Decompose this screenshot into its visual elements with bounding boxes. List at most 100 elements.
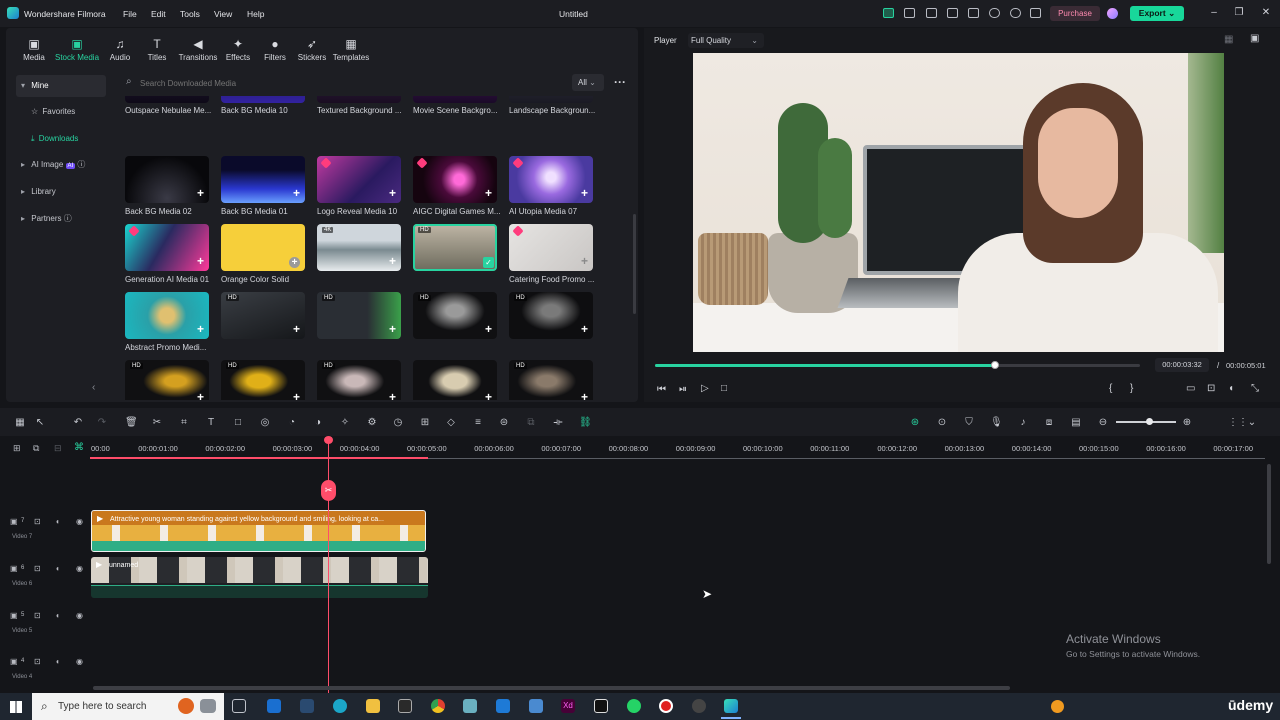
whatsapp-icon[interactable] [627, 699, 641, 713]
media-thumb[interactable]: + [509, 224, 593, 271]
fullscreen-icon[interactable]: ⤡ [1251, 383, 1259, 394]
display-icon[interactable]: ▭ [1186, 383, 1195, 394]
lock-icon[interactable]: ⊡ [34, 611, 41, 620]
menu-help[interactable]: Help [247, 9, 264, 19]
zoom-out-icon[interactable]: ⊖ [1097, 418, 1109, 428]
export-button[interactable]: Export ⌄ [1130, 6, 1184, 21]
sidebar-item-ai-image[interactable]: ▸ AI Image AI ⓘ [16, 154, 106, 176]
add-icon[interactable]: + [293, 186, 300, 200]
add-track-icon[interactable]: ⊞ [13, 443, 21, 454]
layout-icon[interactable]: ▦ [14, 418, 26, 428]
select-tool-icon[interactable]: ↖ [34, 418, 46, 428]
zoom-in-icon[interactable]: ⊕ [1181, 418, 1193, 428]
eye-icon[interactable]: ◉ [76, 611, 83, 620]
file-explorer-icon[interactable] [366, 699, 380, 713]
mark-out-icon[interactable]: } [1130, 383, 1133, 394]
keyframe-icon[interactable]: ◇ [445, 418, 457, 428]
media-thumb[interactable]: HD + [509, 360, 593, 400]
capcut-icon[interactable] [594, 699, 608, 713]
snap-icon[interactable]: ⊟ [54, 443, 62, 454]
link-icon[interactable]: ⛓ [579, 418, 592, 428]
media-thumb[interactable]: HD + [221, 292, 305, 339]
media-thumb[interactable]: + [413, 156, 497, 203]
collapse-panel-icon[interactable]: ‹ [92, 382, 95, 393]
media-thumb[interactable] [509, 96, 593, 103]
media-thumb[interactable]: HD + [221, 360, 305, 400]
fit-icon[interactable]: ⟛ [552, 418, 564, 428]
record-icon[interactable] [659, 699, 673, 713]
add-icon[interactable]: + [581, 390, 588, 400]
eye-icon[interactable]: ◉ [76, 564, 83, 573]
quality-dropdown[interactable]: Full Quality ⌄ [688, 33, 764, 48]
shield-icon[interactable]: ⛉ [963, 418, 975, 428]
add-icon[interactable]: + [581, 186, 588, 200]
lock-icon[interactable]: ⊡ [34, 657, 41, 666]
grid-icon[interactable] [1030, 8, 1041, 18]
timeline-grid-icon[interactable]: ⋮⋮ [1228, 418, 1248, 428]
timer-icon[interactable]: ◷ [392, 418, 404, 428]
media-thumb[interactable]: 4K + [317, 224, 401, 271]
tab-templates[interactable]: ▦ Templates [329, 38, 373, 62]
group-icon[interactable]: ⧉ [525, 418, 537, 428]
split-icon[interactable]: ✂ [151, 418, 163, 428]
minimize-icon[interactable]: – [1207, 6, 1221, 20]
media-thumb[interactable]: HD + [317, 292, 401, 339]
media-thumb[interactable]: HD + [125, 360, 209, 400]
media-thumb[interactable]: + [509, 156, 593, 203]
add-icon[interactable]: + [197, 186, 204, 200]
add-icon[interactable]: + [581, 322, 588, 336]
mask-icon[interactable]: ◎ [259, 418, 271, 428]
gift-icon[interactable] [883, 8, 894, 18]
play-backward-icon[interactable]: ⏯ [679, 384, 687, 395]
timeline-v-scrollbar[interactable] [1267, 464, 1271, 564]
marker-icon[interactable]: ⌘ [74, 442, 84, 453]
menu-view[interactable]: View [214, 9, 232, 19]
media-thumb[interactable]: + [221, 224, 305, 271]
remote-desktop-icon[interactable] [529, 699, 543, 713]
time-ruler[interactable]: 00:00 00:00:01:00 00:00:02:00 00:00:03:00 00… [90, 441, 1265, 461]
save-icon[interactable] [968, 8, 979, 18]
adjust-icon[interactable]: ≡ [472, 418, 484, 428]
add-icon[interactable]: + [389, 186, 396, 200]
lock-icon[interactable]: ⊡ [34, 564, 41, 573]
steam-icon[interactable] [300, 699, 314, 713]
delete-icon[interactable]: 🗑 [125, 418, 138, 428]
audio-icon[interactable]: ◖ [55, 611, 60, 620]
sidebar-item-favorites[interactable]: ☆ Favorites [16, 101, 106, 123]
purchase-button[interactable]: Purchase [1050, 6, 1100, 21]
close-icon[interactable]: ✕ [1259, 6, 1273, 20]
audio-mix-icon[interactable]: ⊜ [498, 418, 510, 428]
app-icon[interactable] [463, 699, 477, 713]
filter-dropdown[interactable]: All ⌄ [572, 74, 604, 91]
lock-icon[interactable]: ⊡ [34, 517, 41, 526]
scissors-icon[interactable]: ✂ [321, 480, 336, 501]
sidebar-item-mine[interactable]: ▾ Mine [16, 75, 106, 97]
send-icon[interactable] [904, 8, 915, 18]
media-thumb[interactable]: HD + [317, 360, 401, 400]
timeline-h-scrollbar[interactable] [93, 686, 1010, 690]
menu-tools[interactable]: Tools [180, 9, 200, 19]
filmora-task-icon[interactable] [724, 699, 738, 713]
add-icon[interactable]: + [581, 254, 588, 268]
maximize-icon[interactable]: ❐ [1232, 6, 1246, 20]
ai-voice-icon[interactable]: ⊙ [936, 418, 948, 428]
media-thumb[interactable] [413, 96, 497, 103]
audio-icon[interactable]: ◖ [55, 517, 60, 526]
render-icon[interactable]: ⊛ [909, 418, 921, 428]
mic-icon[interactable]: 🎙 [990, 418, 1003, 428]
prev-frame-icon[interactable]: ⏮ [657, 384, 666, 395]
eye-icon[interactable]: ◉ [76, 517, 83, 526]
media-thumb[interactable] [221, 96, 305, 103]
add-icon[interactable]: + [389, 322, 396, 336]
tab-titles[interactable]: T Titles [135, 38, 179, 62]
media-thumb[interactable]: + [221, 156, 305, 203]
speed-icon[interactable]: ◔ [286, 418, 298, 428]
stabilize-icon[interactable]: ⚙ [366, 418, 378, 428]
add-icon[interactable]: + [485, 322, 492, 336]
link-track-icon[interactable]: ⧉ [33, 443, 39, 454]
audio-clip-icon[interactable]: ♪ [1017, 418, 1029, 428]
progress-track[interactable] [655, 361, 1140, 369]
add-icon[interactable]: + [293, 322, 300, 336]
notes-icon[interactable] [926, 8, 937, 18]
media-thumb[interactable]: HD + [509, 292, 593, 339]
